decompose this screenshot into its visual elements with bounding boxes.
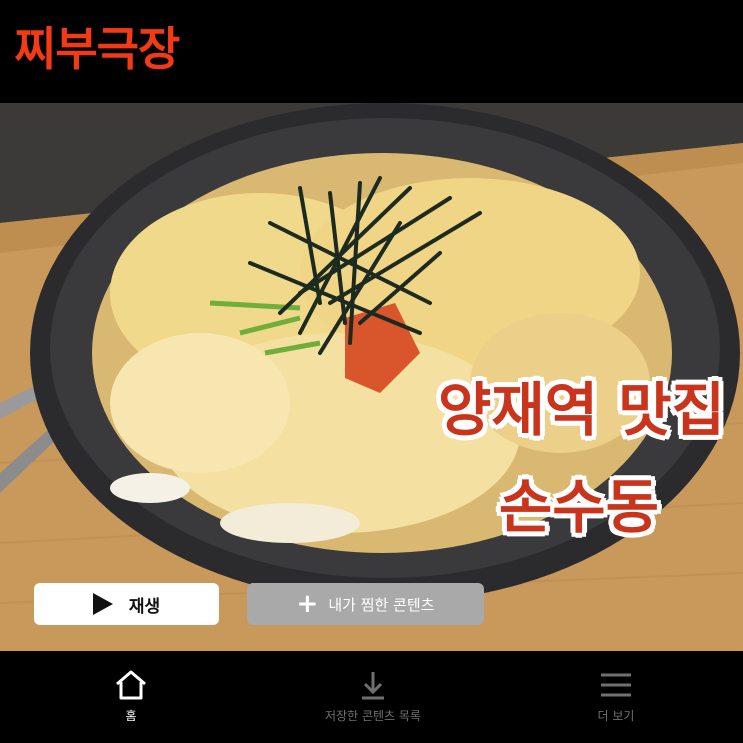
play-icon <box>92 593 113 615</box>
top-bar: 찌부극장 <box>0 0 743 103</box>
hero-banner[interactable]: 양재역 맛집 손수동 <box>0 103 743 651</box>
nav-more[interactable]: 더 보기 <box>576 651 656 743</box>
play-button[interactable]: 재생 <box>34 583 219 625</box>
plus-icon: + <box>296 589 319 619</box>
nav-saved[interactable]: 저장한 콘텐츠 목록 <box>303 651 443 743</box>
download-icon <box>362 672 384 700</box>
hero-title-line1: 양재역 맛집 <box>438 376 725 444</box>
hero-title-line2: 손수동 <box>498 473 659 541</box>
home-icon <box>116 670 146 700</box>
nav-more-label: 더 보기 <box>597 709 635 723</box>
nav-home[interactable]: 홈 <box>95 651 167 743</box>
play-label: 재생 <box>128 596 161 617</box>
my-list-label: 내가 찜한 콘텐츠 <box>328 595 435 614</box>
menu-icon <box>601 673 631 697</box>
brand-logo[interactable]: 찌부극장 <box>14 14 180 84</box>
nav-home-label: 홈 <box>125 709 137 723</box>
nav-saved-label: 저장한 콘텐츠 목록 <box>325 709 421 723</box>
my-list-button[interactable]: + 내가 찜한 콘텐츠 <box>247 583 484 625</box>
bottom-nav: 홈 저장한 콘텐츠 목록 더 보기 <box>0 651 743 743</box>
